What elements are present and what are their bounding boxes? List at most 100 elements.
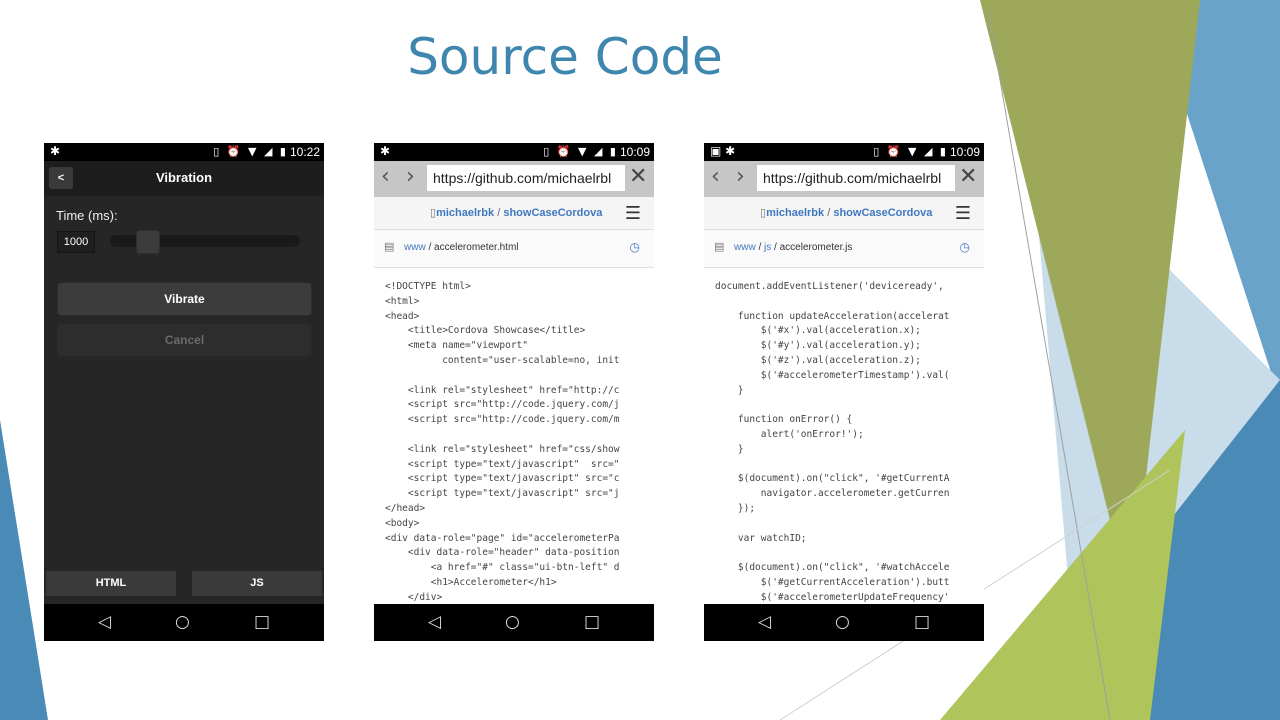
home-nav-icon[interactable]: ○ bbox=[175, 612, 190, 632]
code-line: var watchID; bbox=[715, 532, 807, 544]
code-line: <h1>Accelerometer</h1> bbox=[385, 576, 557, 588]
code-line: <link rel="stylesheet" href="css/show bbox=[385, 443, 620, 455]
code-line: function updateAcceleration(accelerat bbox=[715, 310, 950, 322]
android-nav-bar: ◁ ○ □ bbox=[44, 604, 324, 641]
tab-js[interactable]: JS bbox=[192, 571, 322, 596]
back-nav-icon[interactable]: ◁ bbox=[98, 612, 111, 632]
file-path-bar: ▤ www / accelerometer.html ◷ bbox=[374, 230, 654, 268]
code-line: $('#accelerometerTimestamp').val( bbox=[715, 369, 950, 381]
recents-nav-icon[interactable]: □ bbox=[584, 612, 600, 632]
code-line: </head> bbox=[385, 502, 426, 514]
code-line: <html> bbox=[385, 295, 420, 307]
code-line: content="user-scalable=no, init bbox=[385, 354, 620, 366]
code-line: $('#x').val(acceleration.x); bbox=[715, 325, 921, 337]
forward-arrow-icon[interactable]: › bbox=[736, 164, 745, 189]
phone-screenshot-js-source: ▣ ✱ ▯ ⏰ ▼ ◢ ▮ 10:09 ‹ › https://github.c… bbox=[704, 143, 984, 641]
github-header: ▯michaelrbk / showCaseCordova ☰ bbox=[704, 197, 984, 230]
forward-arrow-icon[interactable]: › bbox=[406, 164, 415, 189]
repo-name-link[interactable]: showCaseCordova bbox=[503, 207, 602, 219]
android-debug-icon: ✱ bbox=[380, 144, 391, 158]
code-line: <script src="http://code.jquery.com/j bbox=[385, 399, 620, 411]
close-icon[interactable]: ✕ bbox=[959, 164, 977, 189]
status-time: 10:22 bbox=[289, 145, 320, 159]
cancel-button[interactable]: Cancel bbox=[57, 323, 312, 357]
code-line: <a href="#" class="ui-btn-left" d bbox=[385, 562, 620, 574]
path-separator: / bbox=[425, 242, 435, 253]
home-nav-icon[interactable]: ○ bbox=[505, 612, 520, 632]
file-path-bar: ▤ www / js / accelerometer.js ◷ bbox=[704, 230, 984, 268]
file-name: accelerometer.js bbox=[779, 242, 853, 253]
status-time: 10:09 bbox=[949, 145, 980, 159]
time-label: Time (ms): bbox=[56, 208, 118, 223]
url-field[interactable]: https://github.com/michaelrbl bbox=[427, 165, 625, 191]
history-icon[interactable]: ◷ bbox=[960, 240, 970, 254]
file-name: accelerometer.html bbox=[434, 242, 519, 253]
repo-separator: / bbox=[494, 207, 504, 219]
status-icons: ▯ ⏰ ▼ ◢ ▮ bbox=[873, 145, 948, 158]
code-line: $('#getCurrentAcceleration').butt bbox=[715, 576, 950, 588]
code-line: function onError() { bbox=[715, 414, 853, 426]
back-nav-icon[interactable]: ◁ bbox=[428, 612, 441, 632]
browser-url-bar: ‹ › https://github.com/michaelrbl ✕ bbox=[374, 161, 654, 197]
path-dir-link[interactable]: www bbox=[734, 242, 756, 253]
code-line: <div data-role="header" data-position bbox=[385, 547, 620, 559]
breadcrumb: www / accelerometer.html bbox=[404, 242, 519, 253]
recents-nav-icon[interactable]: □ bbox=[914, 612, 930, 632]
status-bar: ▣ ✱ ▯ ⏰ ▼ ◢ ▮ 10:09 bbox=[704, 143, 984, 161]
github-header: ▯michaelrbk / showCaseCordova ☰ bbox=[374, 197, 654, 230]
code-line: $('#z').val(acceleration.z); bbox=[715, 354, 921, 366]
code-line: </div> bbox=[385, 591, 443, 603]
repo-owner-link[interactable]: michaelrbk bbox=[766, 207, 824, 219]
path-dir-link[interactable]: www bbox=[404, 242, 426, 253]
menu-icon[interactable]: ☰ bbox=[625, 203, 641, 224]
status-icons: ▯ ⏰ ▼ ◢ ▮ bbox=[213, 145, 288, 158]
back-nav-icon[interactable]: ◁ bbox=[758, 612, 771, 632]
close-icon[interactable]: ✕ bbox=[629, 164, 647, 189]
file-icon: ▤ bbox=[714, 240, 725, 253]
code-line: <head> bbox=[385, 310, 420, 322]
slider-handle[interactable] bbox=[136, 230, 160, 254]
code-line: }); bbox=[715, 502, 756, 514]
android-debug-icon: ✱ bbox=[50, 144, 61, 158]
file-icon: ▤ bbox=[384, 240, 395, 253]
vibrate-button[interactable]: Vibrate bbox=[57, 282, 312, 316]
repo-separator: / bbox=[824, 207, 834, 219]
history-icon[interactable]: ◷ bbox=[630, 240, 640, 254]
back-arrow-icon[interactable]: ‹ bbox=[711, 164, 720, 189]
code-line: <div data-role="page" id="accelerometerP… bbox=[385, 532, 620, 544]
path-separator: / bbox=[755, 242, 765, 253]
code-line: <script type="text/javascript" src="j bbox=[385, 488, 620, 500]
code-line: $(document).on("click", '#watchAccele bbox=[715, 562, 950, 574]
code-view: document.addEventListener('deviceready',… bbox=[704, 267, 984, 604]
android-nav-bar: ◁ ○ □ bbox=[374, 604, 654, 641]
repo-title: ▯michaelrbk / showCaseCordova bbox=[430, 206, 602, 219]
back-arrow-icon[interactable]: ‹ bbox=[381, 164, 390, 189]
status-bar: ✱ ▯ ⏰ ▼ ◢ ▮ 10:09 bbox=[374, 143, 654, 161]
repo-owner-link[interactable]: michaelrbk bbox=[436, 207, 494, 219]
code-line: <title>Cordova Showcase</title> bbox=[385, 325, 586, 337]
code-line: $(document).on("click", '#getCurrentA bbox=[715, 473, 950, 485]
code-line: <script type="text/javascript" src=" bbox=[385, 458, 620, 470]
menu-icon[interactable]: ☰ bbox=[955, 203, 971, 224]
path-separator: / bbox=[771, 242, 780, 253]
url-field[interactable]: https://github.com/michaelrbl bbox=[757, 165, 955, 191]
app-header: < Vibration bbox=[44, 161, 324, 196]
repo-title: ▯michaelrbk / showCaseCordova bbox=[760, 206, 932, 219]
home-nav-icon[interactable]: ○ bbox=[835, 612, 850, 632]
code-line: <script type="text/javascript" src="c bbox=[385, 473, 620, 485]
recents-nav-icon[interactable]: □ bbox=[254, 612, 270, 632]
repo-name-link[interactable]: showCaseCordova bbox=[833, 207, 932, 219]
tab-html[interactable]: HTML bbox=[46, 571, 176, 596]
code-line: $('#y').val(acceleration.y); bbox=[715, 340, 921, 352]
time-input[interactable]: 1000 bbox=[57, 231, 95, 253]
code-line: $('#accelerometerUpdateFrequency' bbox=[715, 591, 950, 603]
browser-url-bar: ‹ › https://github.com/michaelrbl ✕ bbox=[704, 161, 984, 197]
phone-screenshot-html-source: ✱ ▯ ⏰ ▼ ◢ ▮ 10:09 ‹ › https://github.com… bbox=[374, 143, 654, 641]
code-line: } bbox=[715, 384, 744, 396]
left-blue-triangle bbox=[0, 420, 48, 720]
status-icons: ▯ ⏰ ▼ ◢ ▮ bbox=[543, 145, 618, 158]
status-bar: ✱ ▯ ⏰ ▼ ◢ ▮ 10:22 bbox=[44, 143, 324, 161]
